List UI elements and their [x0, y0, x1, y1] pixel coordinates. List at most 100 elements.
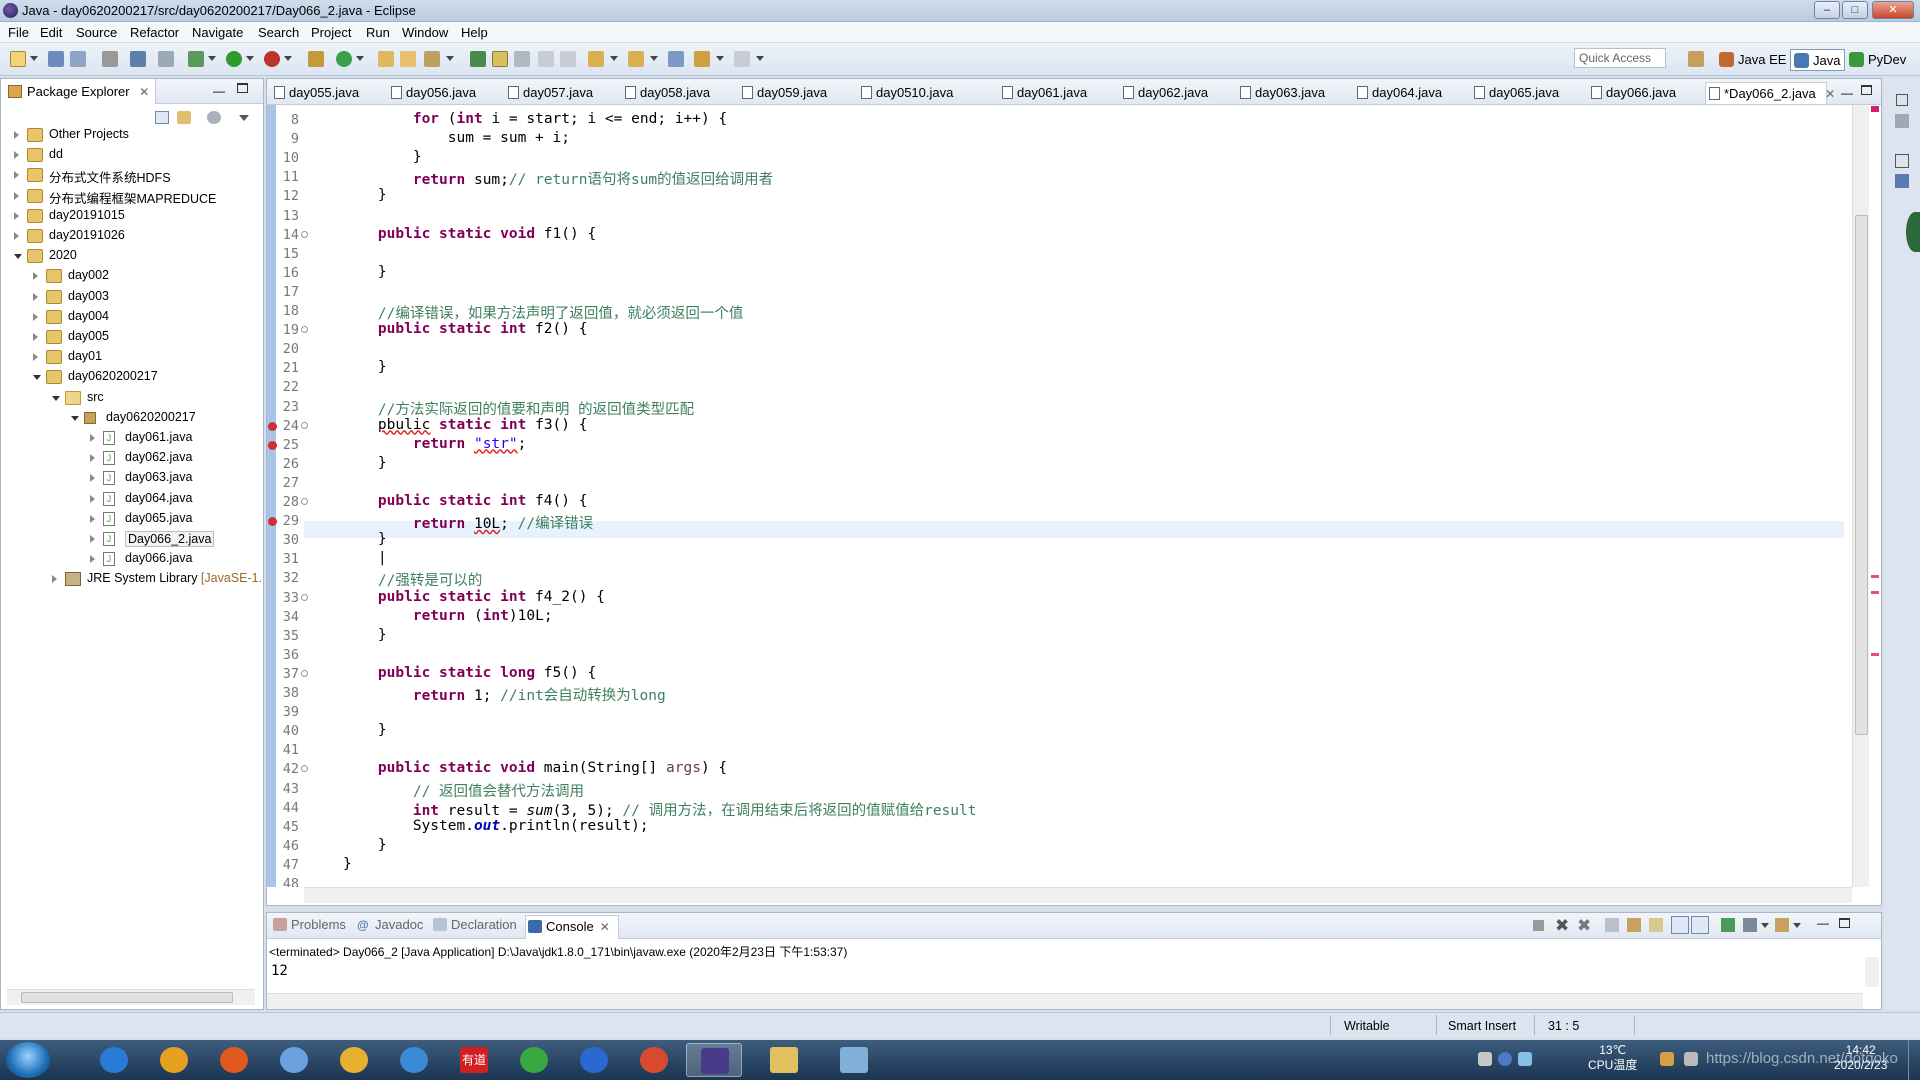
collapse-arrow-icon[interactable] [33, 375, 41, 381]
close-tab-icon[interactable]: ✕ [1822, 87, 1835, 101]
fold-toggle-icon[interactable] [301, 669, 308, 677]
collapse-arrow-icon[interactable] [14, 254, 22, 260]
tree-item[interactable]: day0620200217 [1, 410, 263, 428]
open-task-icon[interactable] [400, 51, 416, 67]
back-dropdown-icon[interactable] [716, 56, 724, 61]
next-annotation-icon[interactable] [588, 51, 604, 67]
outline-icon[interactable] [1895, 114, 1909, 128]
perspective-java[interactable]: Java [1790, 49, 1846, 71]
open-console-dropdown-icon[interactable] [1793, 923, 1801, 928]
debug-dropdown-icon[interactable] [208, 56, 216, 61]
tree-item[interactable]: 分布式编程框架MAPREDUCE [1, 188, 263, 206]
tab-javadoc[interactable]: @ Javadoc [355, 917, 423, 932]
tree-item[interactable]: Jday063.java [1, 470, 263, 488]
taskbar-app[interactable] [266, 1043, 322, 1077]
external-tools-icon[interactable] [264, 51, 280, 67]
start-button[interactable] [6, 1042, 50, 1078]
editor-tab[interactable]: day062.java [1120, 82, 1214, 104]
scroll-lock-icon[interactable] [1627, 918, 1641, 932]
link-with-editor-icon[interactable] [177, 111, 191, 124]
view-menu-icon[interactable] [239, 115, 249, 121]
new-java-project-icon[interactable] [308, 51, 324, 67]
tab-declaration[interactable]: Declaration [431, 917, 517, 932]
side-widget-icon[interactable] [1906, 212, 1920, 252]
editor-tab[interactable]: *Day066_2.java ✕ [1705, 82, 1835, 104]
minimize-button[interactable]: – [1814, 1, 1840, 19]
taskbar-app[interactable] [826, 1043, 882, 1077]
editor-tab[interactable]: day057.java [505, 82, 599, 104]
pin-console-icon[interactable] [1721, 918, 1735, 932]
menu-navigate[interactable]: Navigate [192, 25, 243, 40]
error-marker[interactable] [1871, 575, 1879, 578]
console-vertical-scrollbar[interactable] [1865, 957, 1879, 987]
toggle-mark-icon[interactable] [470, 51, 486, 67]
menu-run[interactable]: Run [366, 25, 390, 40]
tree-item[interactable]: Jday061.java [1, 430, 263, 448]
tree-item[interactable]: Jday064.java [1, 491, 263, 509]
tree-item[interactable]: day005 [1, 329, 263, 347]
minimize-console-icon[interactable]: — [1817, 916, 1829, 930]
new-dropdown-icon[interactable] [30, 56, 38, 61]
help-icon[interactable] [1498, 1052, 1512, 1066]
taskbar-app[interactable] [146, 1043, 202, 1077]
editor-tab[interactable]: day065.java [1471, 82, 1565, 104]
menu-refactor[interactable]: Refactor [130, 25, 179, 40]
show-on-stderr-icon[interactable] [1691, 916, 1709, 934]
expand-arrow-icon[interactable] [90, 474, 95, 483]
run-dropdown-icon[interactable] [246, 56, 254, 61]
fold-toggle-icon[interactable] [301, 326, 308, 334]
fold-toggle-icon[interactable] [301, 593, 308, 601]
taskbar-app[interactable] [626, 1043, 682, 1077]
taskbar-app[interactable] [506, 1043, 562, 1077]
taskbar-app[interactable] [206, 1043, 262, 1077]
new-icon[interactable] [10, 51, 26, 67]
task-list-icon[interactable] [1895, 174, 1909, 188]
keyboard-icon[interactable] [1478, 1052, 1492, 1066]
forward-icon[interactable] [734, 51, 750, 67]
tree-item[interactable]: Jday062.java [1, 450, 263, 468]
remove-all-icon[interactable]: ✖ [1577, 916, 1591, 936]
tree-item[interactable]: JRE System Library [JavaSE-1. [1, 571, 263, 589]
perspective-pydev[interactable]: PyDev [1846, 49, 1910, 71]
tree-horizontal-scrollbar[interactable] [7, 989, 255, 1005]
taskbar-app[interactable] [686, 1043, 742, 1077]
menu-search[interactable]: Search [258, 25, 299, 40]
collapse-arrow-icon[interactable] [71, 415, 79, 421]
tree-item[interactable]: Jday065.java [1, 511, 263, 529]
tab-problems[interactable]: Problems [271, 917, 346, 932]
expand-arrow-icon[interactable] [90, 535, 95, 543]
search-dropdown-icon[interactable] [446, 56, 454, 61]
tree-item[interactable]: day0620200217 [1, 369, 263, 387]
error-icon[interactable] [268, 440, 277, 450]
input-method-icon[interactable] [1518, 1052, 1532, 1066]
back-icon[interactable] [694, 51, 710, 67]
new-class-dropdown-icon[interactable] [356, 56, 364, 61]
tree-item[interactable]: day002 [1, 268, 263, 286]
tree-item[interactable]: day20191015 [1, 208, 263, 226]
maximize-button[interactable]: □ [1842, 1, 1868, 19]
block-select-icon[interactable] [514, 51, 530, 67]
last-edit-icon[interactable] [668, 51, 684, 67]
editor-tab[interactable]: day058.java [622, 82, 716, 104]
code-text-area[interactable]: 8 for (int i = start; i <= end; i++) {9 … [267, 105, 1852, 887]
expand-arrow-icon[interactable] [90, 454, 95, 463]
expand-arrow-icon[interactable] [14, 211, 19, 220]
tree-item[interactable]: day01 [1, 349, 263, 367]
highlight-icon[interactable] [492, 51, 508, 67]
tree-item[interactable]: day20191026 [1, 228, 263, 246]
print-icon[interactable] [102, 51, 118, 67]
expand-arrow-icon[interactable] [14, 171, 19, 180]
expand-arrow-icon[interactable] [33, 353, 38, 362]
expand-arrow-icon[interactable] [14, 232, 19, 240]
skip-breakpoints-icon[interactable] [158, 51, 174, 67]
expand-arrow-icon[interactable] [90, 434, 95, 442]
open-perspective-icon[interactable] [1688, 51, 1704, 67]
tree-item[interactable]: 2020 [1, 248, 263, 266]
new-class-icon[interactable] [336, 51, 352, 67]
clear-console-icon[interactable] [1605, 918, 1619, 932]
run-icon[interactable] [226, 51, 242, 67]
show-desktop-button[interactable] [1908, 1040, 1920, 1080]
expand-arrow-icon[interactable] [52, 575, 57, 584]
terminal-icon[interactable] [130, 51, 146, 67]
editor-tab[interactable]: day055.java [271, 82, 365, 104]
